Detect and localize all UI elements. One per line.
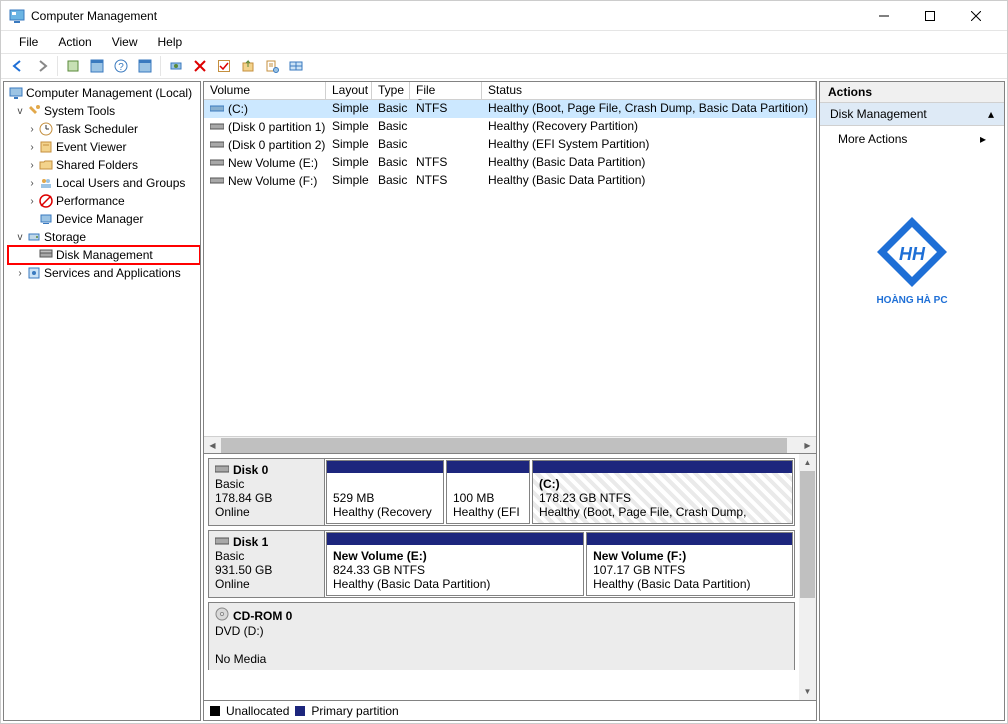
disk-panel: Disk 0 Basic 178.84 GB Online 529 MBHeal…: [204, 453, 816, 700]
disk-row-cd[interactable]: CD-ROM 0 DVD (D:) No Media: [208, 602, 795, 670]
check-button[interactable]: [213, 55, 235, 77]
volume-row[interactable]: (Disk 0 partition 1) Simple Basic Health…: [204, 118, 816, 136]
actions-header: Actions: [820, 82, 1004, 103]
disk0-label: Disk 0 Basic 178.84 GB Online: [209, 459, 325, 525]
computer-icon: [8, 85, 24, 101]
drive-icon: [210, 138, 224, 152]
partition-selected[interactable]: (C:)178.23 GB NTFSHealthy (Boot, Page Fi…: [532, 460, 793, 524]
tree-services[interactable]: › Services and Applications: [8, 264, 200, 282]
back-button[interactable]: [7, 55, 29, 77]
volume-row[interactable]: New Volume (F:) Simple Basic NTFS Health…: [204, 172, 816, 190]
view2-button[interactable]: [134, 55, 156, 77]
properties-button[interactable]: [261, 55, 283, 77]
col-status[interactable]: Status: [482, 82, 816, 100]
tree-perf[interactable]: › Performance: [8, 192, 200, 210]
toolbar: ?: [1, 53, 1007, 79]
logo: HH HOÀNG HÀ PC: [820, 212, 1004, 306]
services-icon: [26, 265, 42, 281]
actions-pane: Actions Disk Management ▴ More Actions ▸…: [819, 81, 1005, 721]
view-button[interactable]: [86, 55, 108, 77]
clock-icon: [38, 121, 54, 137]
vscrollbar[interactable]: ▲▼: [799, 454, 816, 700]
perf-icon: [38, 193, 54, 209]
folder-icon: [38, 157, 54, 173]
app-icon: [9, 8, 25, 24]
volume-header: Volume Layout Type File System Status: [204, 82, 816, 100]
tree-devmgr[interactable]: Device Manager: [8, 210, 200, 228]
tree-diskmgmt[interactable]: Disk Management: [8, 246, 200, 264]
event-icon: [38, 139, 54, 155]
actions-diskmgmt[interactable]: Disk Management ▴: [820, 103, 1004, 126]
svg-text:?: ?: [118, 62, 124, 73]
tree-localusers[interactable]: › Local Users and Groups: [8, 174, 200, 192]
storage-icon: [26, 229, 42, 245]
partition[interactable]: 529 MBHealthy (Recovery: [326, 460, 444, 524]
users-icon: [38, 175, 54, 191]
volume-row[interactable]: (Disk 0 partition 2) Simple Basic Health…: [204, 136, 816, 154]
col-fs[interactable]: File System: [410, 82, 482, 100]
delete-button[interactable]: [189, 55, 211, 77]
svg-text:HH: HH: [899, 244, 926, 264]
disk-icon: [215, 535, 229, 549]
disk-icon: [38, 247, 54, 263]
cdrom-icon: [215, 607, 229, 624]
minimize-button[interactable]: [861, 2, 907, 30]
maximize-button[interactable]: [907, 2, 953, 30]
drive-icon: [210, 102, 224, 116]
new-window-button[interactable]: [62, 55, 84, 77]
disk1-label: Disk 1 Basic 931.50 GB Online: [209, 531, 325, 597]
col-type[interactable]: Type: [372, 82, 410, 100]
legend: Unallocated Primary partition: [204, 700, 816, 720]
grid-button[interactable]: [285, 55, 307, 77]
menu-view[interactable]: View: [104, 33, 146, 51]
drive-icon: [210, 156, 224, 170]
help-button[interactable]: ?: [110, 55, 132, 77]
close-button[interactable]: [953, 2, 999, 30]
volume-row[interactable]: (C:) Simple Basic NTFS Healthy (Boot, Pa…: [204, 100, 816, 118]
device-icon: [38, 211, 54, 227]
tree-storage[interactable]: v Storage: [8, 228, 200, 246]
drive-icon: [210, 120, 224, 134]
partition[interactable]: New Volume (E:)824.33 GB NTFSHealthy (Ba…: [326, 532, 584, 596]
cdrom-label: CD-ROM 0 DVD (D:) No Media: [209, 603, 794, 670]
tree-shared[interactable]: › Shared Folders: [8, 156, 200, 174]
drive-icon: [210, 174, 224, 188]
titlebar: Computer Management: [1, 1, 1007, 31]
menubar: File Action View Help: [1, 31, 1007, 53]
volume-list[interactable]: (C:) Simple Basic NTFS Healthy (Boot, Pa…: [204, 100, 816, 190]
actions-more[interactable]: More Actions ▸: [820, 126, 1004, 152]
tree-task[interactable]: › Task Scheduler: [8, 120, 200, 138]
disk-row-0[interactable]: Disk 0 Basic 178.84 GB Online 529 MBHeal…: [208, 458, 795, 526]
tree-systools[interactable]: v System Tools: [8, 102, 200, 120]
tools-icon: [26, 103, 42, 119]
tree-pane[interactable]: Computer Management (Local) v System Too…: [3, 81, 201, 721]
partition[interactable]: New Volume (F:)107.17 GB NTFSHealthy (Ba…: [586, 532, 793, 596]
export-button[interactable]: [237, 55, 259, 77]
collapse-icon: ▴: [988, 107, 994, 121]
forward-button[interactable]: [31, 55, 53, 77]
center-pane: Volume Layout Type File System Status (C…: [203, 81, 817, 721]
disk-row-1[interactable]: Disk 1 Basic 931.50 GB Online New Volume…: [208, 530, 795, 598]
chevron-right-icon: ▸: [980, 132, 986, 146]
window-title: Computer Management: [31, 9, 861, 23]
disk-icon: [215, 463, 229, 477]
col-volume[interactable]: Volume: [204, 82, 326, 100]
tree-event[interactable]: › Event Viewer: [8, 138, 200, 156]
menu-action[interactable]: Action: [50, 33, 99, 51]
tree-root[interactable]: Computer Management (Local): [8, 84, 200, 102]
partition[interactable]: 100 MBHealthy (EFI: [446, 460, 530, 524]
refresh-button[interactable]: [165, 55, 187, 77]
hscrollbar[interactable]: ◀▶: [204, 436, 816, 453]
menu-file[interactable]: File: [11, 33, 46, 51]
menu-help[interactable]: Help: [150, 33, 191, 51]
col-layout[interactable]: Layout: [326, 82, 372, 100]
volume-row[interactable]: New Volume (E:) Simple Basic NTFS Health…: [204, 154, 816, 172]
